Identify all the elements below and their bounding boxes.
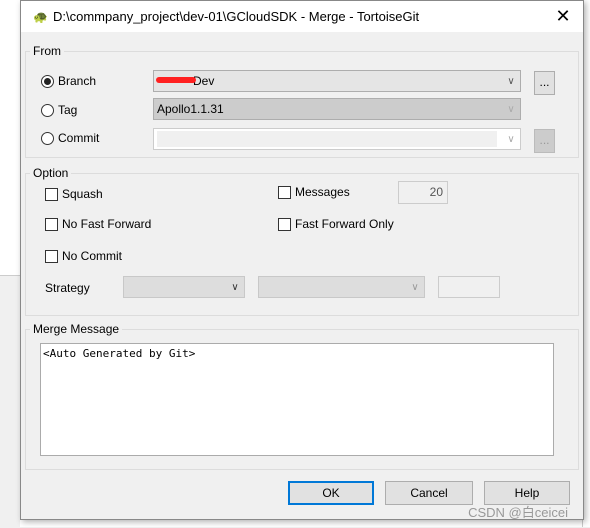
strategy-label: Strategy <box>45 281 90 295</box>
tag-value: Apollo1.1.31 <box>157 102 224 116</box>
chevron-down-icon: ∨ <box>507 75 515 87</box>
cancel-button[interactable]: Cancel <box>385 481 473 505</box>
strategy-option-combo[interactable]: ∨ <box>258 276 425 298</box>
title-bar: 🐢 D:\commpany_project\dev-01\GCloudSDK -… <box>21 1 583 32</box>
branch-combo[interactable]: Dev ∨ <box>153 70 521 92</box>
redaction-mark <box>156 77 196 83</box>
commit-value <box>157 131 497 147</box>
branch-browse-button[interactable]: ... <box>534 71 555 95</box>
no-fast-forward-checkbox[interactable]: No Fast Forward <box>45 217 151 231</box>
strategy-combo[interactable]: ∨ <box>123 276 245 298</box>
tortoisegit-icon: 🐢 <box>33 9 48 24</box>
tag-combo[interactable]: Apollo1.1.31 ∨ <box>153 98 521 120</box>
tag-radio[interactable]: Tag <box>41 103 77 117</box>
chevron-down-icon: ∨ <box>507 103 515 115</box>
commit-browse-button[interactable]: ... <box>534 129 555 153</box>
watermark: CSDN @白ceicei <box>468 505 568 520</box>
chevron-down-icon: ∨ <box>231 281 239 293</box>
from-legend: From <box>33 44 61 58</box>
commit-radio[interactable]: Commit <box>41 131 99 145</box>
window-title: D:\commpany_project\dev-01\GCloudSDK - M… <box>53 9 420 24</box>
messages-count-input[interactable]: 20 <box>398 181 448 204</box>
commit-combo[interactable]: ∨ <box>153 128 521 150</box>
merge-dialog: 🐢 D:\commpany_project\dev-01\GCloudSDK -… <box>20 0 584 520</box>
close-button[interactable]: ✕ <box>543 6 583 27</box>
background-panel <box>0 275 20 528</box>
ok-button[interactable]: OK <box>288 481 374 505</box>
branch-radio[interactable]: Branch <box>41 74 96 88</box>
option-legend: Option <box>33 166 69 180</box>
strategy-param-input[interactable] <box>438 276 500 298</box>
merge-message-textarea[interactable]: <Auto Generated by Git> <box>40 343 554 456</box>
chevron-down-icon: ∨ <box>507 133 515 145</box>
squash-checkbox[interactable]: Squash <box>45 187 103 201</box>
fast-forward-only-checkbox[interactable]: Fast Forward Only <box>278 217 394 231</box>
chevron-down-icon: ∨ <box>411 281 419 293</box>
messages-checkbox[interactable]: Messages <box>278 185 350 199</box>
no-commit-checkbox[interactable]: No Commit <box>45 249 122 263</box>
merge-message-legend: Merge Message <box>33 322 120 336</box>
